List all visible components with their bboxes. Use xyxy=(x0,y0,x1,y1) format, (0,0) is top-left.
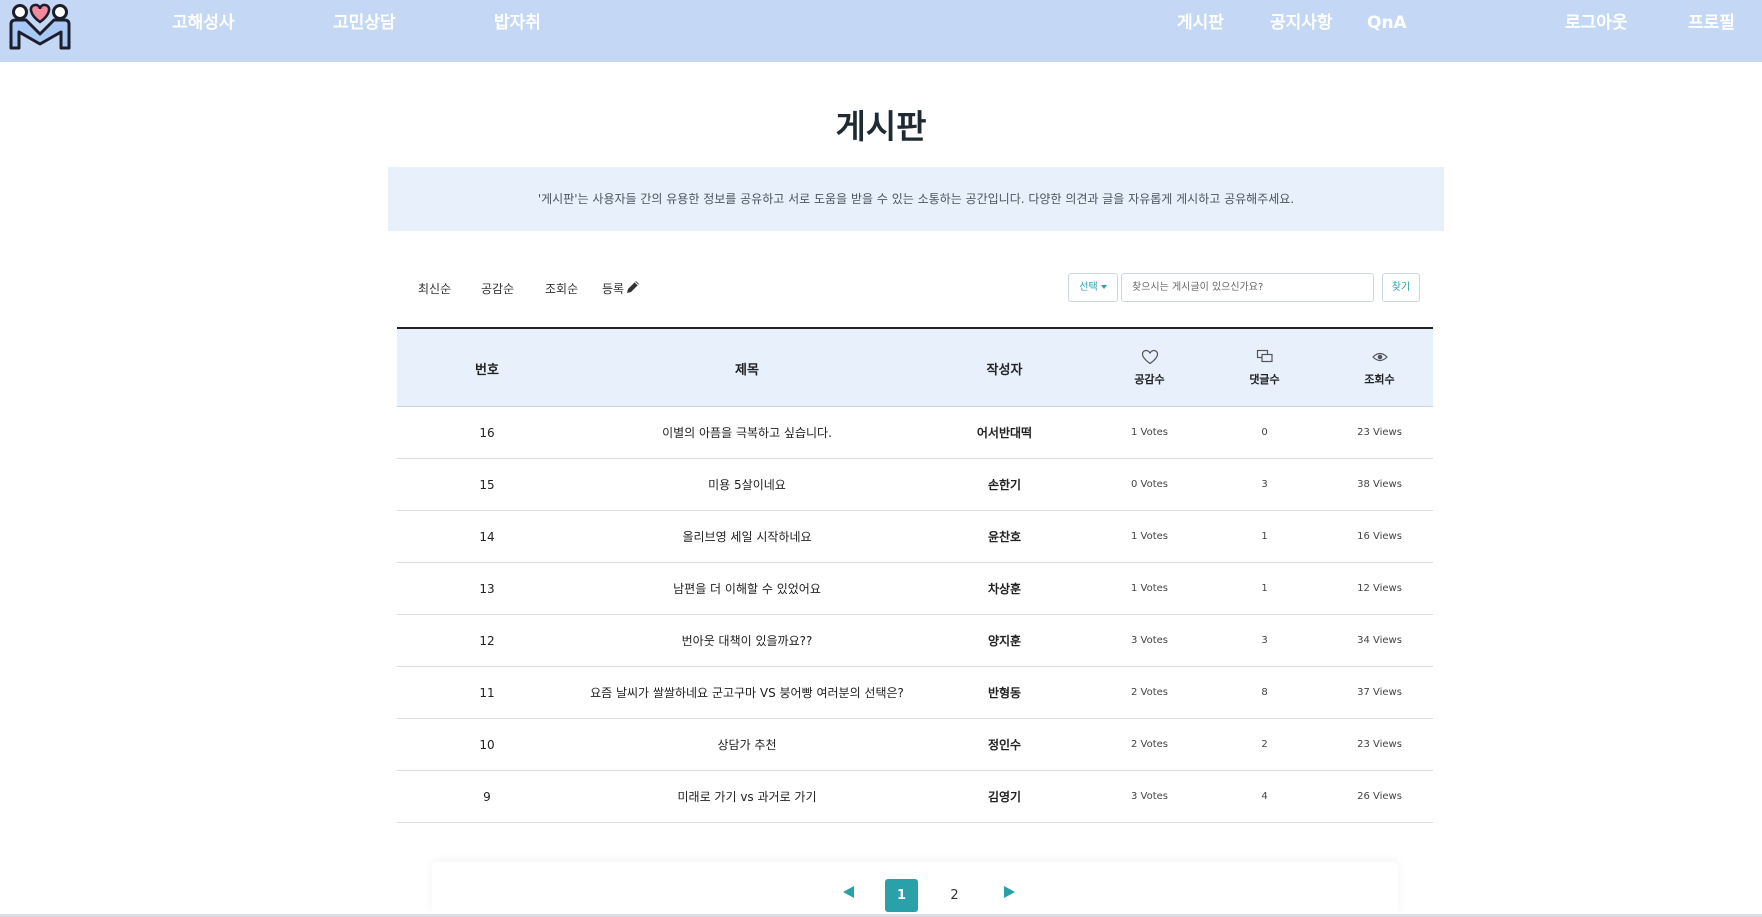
row-views: 23 Views xyxy=(1357,427,1402,438)
row-number: 10 xyxy=(479,738,495,752)
page-1-button[interactable]: 1 xyxy=(885,879,918,912)
nav-logout[interactable]: 로그아웃 xyxy=(1565,10,1628,36)
row-title[interactable]: 미래로 가기 vs 과거로 가기 xyxy=(577,771,917,823)
nav-notice[interactable]: 공지사항 xyxy=(1270,10,1333,36)
search-button[interactable]: 찾기 xyxy=(1382,273,1420,302)
header-views: 조회수 xyxy=(1322,329,1437,407)
row-votes: 2 Votes xyxy=(1130,739,1168,750)
row-author: 반형동 xyxy=(987,686,1022,700)
page-2-button[interactable]: 2 xyxy=(938,879,971,912)
caret-down-icon xyxy=(1100,285,1107,289)
row-comments: 4 xyxy=(1261,791,1268,802)
row-author: 어서반대떡 xyxy=(976,426,1033,440)
select-label: 선택 xyxy=(1079,282,1098,293)
row-number: 16 xyxy=(479,426,495,440)
row-number: 11 xyxy=(479,686,495,700)
row-views: 23 Views xyxy=(1357,739,1402,750)
header-title: 제목 xyxy=(735,362,759,378)
row-views: 26 Views xyxy=(1357,791,1402,802)
row-votes: 1 Votes xyxy=(1130,427,1168,438)
header-no: 번호 xyxy=(475,362,499,378)
row-author: 차상훈 xyxy=(987,582,1022,596)
row-comments: 3 xyxy=(1261,479,1268,490)
table-row[interactable]: 16 이별의 아픔을 극복하고 싶습니다. 어서반대떡 1 Votes 0 23… xyxy=(397,407,1433,459)
row-title[interactable]: 이별의 아픔을 극복하고 싶습니다. xyxy=(577,407,917,459)
row-number: 14 xyxy=(479,530,495,544)
row-title[interactable]: 상담가 추천 xyxy=(577,719,917,771)
row-author: 윤찬호 xyxy=(987,530,1022,544)
row-votes: 1 Votes xyxy=(1130,583,1168,594)
sort-views[interactable]: 조회순 xyxy=(545,279,578,299)
row-author: 양지훈 xyxy=(987,634,1022,648)
row-votes: 0 Votes xyxy=(1130,479,1168,490)
nav-cooking[interactable]: 밥자취 xyxy=(494,10,541,36)
row-votes: 3 Votes xyxy=(1130,791,1168,802)
heart-icon xyxy=(1141,349,1158,365)
row-number: 9 xyxy=(483,790,491,804)
row-title[interactable]: 미용 5살이네요 xyxy=(577,459,917,511)
row-views: 16 Views xyxy=(1357,531,1402,542)
table-row[interactable]: 12 번아웃 대책이 있을까요?? 양지훈 3 Votes 3 34 Views xyxy=(397,615,1433,667)
page-title: 게시판 xyxy=(835,107,927,146)
row-author: 정인수 xyxy=(987,738,1022,752)
header-views-label: 조회수 xyxy=(1364,373,1395,386)
row-views: 34 Views xyxy=(1357,635,1402,646)
pencil-icon[interactable] xyxy=(625,279,641,295)
row-title[interactable]: 올리브영 세일 시작하네요 xyxy=(577,511,917,563)
nav-counseling[interactable]: 고민상담 xyxy=(333,10,396,36)
table-row[interactable]: 13 남편을 더 이해할 수 있었어요 차상훈 1 Votes 1 12 Vie… xyxy=(397,563,1433,615)
logo-icon[interactable] xyxy=(8,2,72,52)
write-post-link[interactable]: 등록 xyxy=(602,279,624,299)
search-category-select[interactable]: 선택 xyxy=(1068,273,1118,302)
nav-profile[interactable]: 프로필 xyxy=(1688,10,1735,36)
row-title[interactable]: 번아웃 대책이 있을까요?? xyxy=(577,615,917,667)
sort-likes[interactable]: 공감순 xyxy=(481,279,514,299)
header-likes: 공감수 xyxy=(1092,329,1207,407)
table-row[interactable]: 15 미용 5살이네요 손한기 0 Votes 3 38 Views xyxy=(397,459,1433,511)
row-comments: 0 xyxy=(1261,427,1268,438)
next-page-icon[interactable] xyxy=(1004,886,1015,898)
header-likes-label: 공감수 xyxy=(1134,373,1165,386)
row-views: 38 Views xyxy=(1357,479,1402,490)
row-comments: 1 xyxy=(1261,583,1268,594)
table-row[interactable]: 9 미래로 가기 vs 과거로 가기 김영기 3 Votes 4 26 View… xyxy=(397,771,1433,823)
table-row[interactable]: 11 요즘 날씨가 쌀쌀하네요 군고구마 VS 붕어빵 여러분의 선택은? 반형… xyxy=(397,667,1433,719)
sort-latest[interactable]: 최신순 xyxy=(418,279,451,299)
top-navigation-bar: 고해성사 고민상담 밥자취 게시판 공지사항 QnA 로그아웃 프로필 xyxy=(0,0,1762,62)
comments-icon xyxy=(1256,349,1273,363)
search-input[interactable] xyxy=(1121,273,1374,302)
row-author: 손한기 xyxy=(987,478,1022,492)
table-row[interactable]: 14 올리브영 세일 시작하네요 윤찬호 1 Votes 1 16 Views xyxy=(397,511,1433,563)
row-number: 13 xyxy=(479,582,495,596)
row-title[interactable]: 요즘 날씨가 쌀쌀하네요 군고구마 VS 붕어빵 여러분의 선택은? xyxy=(577,667,917,719)
board-intro-text: '게시판'는 사용자들 간의 유용한 정보를 공유하고 서로 도움을 받을 수 … xyxy=(388,167,1444,231)
prev-page-icon[interactable] xyxy=(843,886,854,898)
header-comments-label: 댓글수 xyxy=(1249,373,1280,386)
table-header: 번호 제목 작성자 공감수 댓글수 조회수 xyxy=(397,327,1433,407)
row-title[interactable]: 남편을 더 이해할 수 있었어요 xyxy=(577,563,917,615)
row-votes: 2 Votes xyxy=(1130,687,1168,698)
nav-qna[interactable]: QnA xyxy=(1367,10,1407,36)
row-votes: 3 Votes xyxy=(1130,635,1168,646)
row-comments: 8 xyxy=(1261,687,1268,698)
row-views: 12 Views xyxy=(1357,583,1402,594)
row-author: 김영기 xyxy=(987,790,1022,804)
row-views: 37 Views xyxy=(1357,687,1402,698)
row-comments: 3 xyxy=(1261,635,1268,646)
row-number: 15 xyxy=(479,478,495,492)
header-comments: 댓글수 xyxy=(1207,329,1322,407)
nav-board[interactable]: 게시판 xyxy=(1177,10,1224,36)
row-comments: 1 xyxy=(1261,531,1268,542)
nav-confession[interactable]: 고해성사 xyxy=(172,10,235,36)
row-votes: 1 Votes xyxy=(1130,531,1168,542)
row-comments: 2 xyxy=(1261,739,1268,750)
table-row[interactable]: 10 상담가 추천 정인수 2 Votes 2 23 Views xyxy=(397,719,1433,771)
eye-icon xyxy=(1371,352,1388,362)
row-number: 12 xyxy=(479,634,495,648)
header-author: 작성자 xyxy=(986,362,1023,378)
